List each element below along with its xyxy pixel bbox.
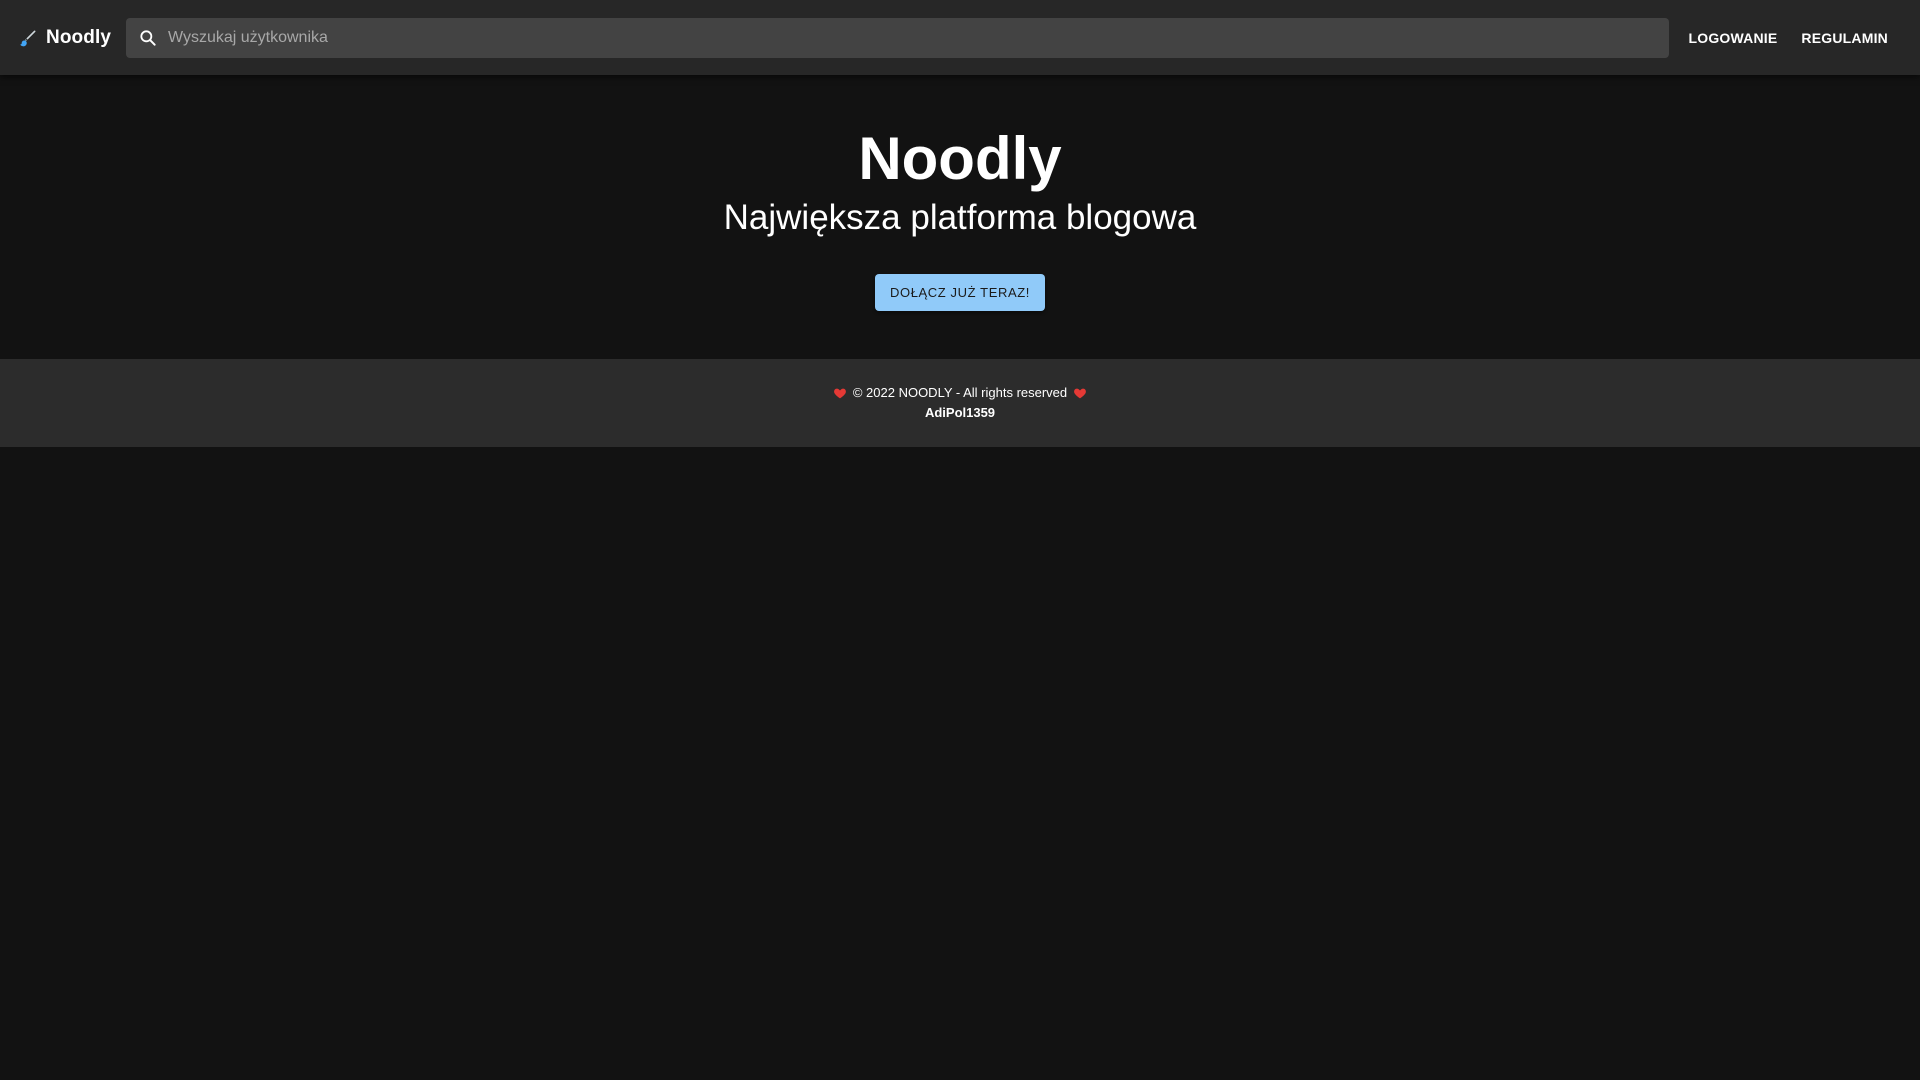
search-box[interactable]: [126, 17, 1669, 58]
brand-name: Noodly: [46, 26, 111, 48]
footer-author-link[interactable]: AdiPol1359: [0, 405, 1920, 420]
hero-section: Noodly Największa platforma blogowa DOŁĄ…: [0, 75, 1920, 360]
top-nav: LOGOWANIE REGULAMIN: [1677, 22, 1901, 54]
footer: © 2022 NOODLY - All rights reserved AdiP…: [0, 359, 1920, 447]
page-title: Noodly: [858, 125, 1062, 192]
search-icon: [140, 29, 156, 46]
terms-button[interactable]: REGULAMIN: [1789, 22, 1900, 54]
login-button[interactable]: LOGOWANIE: [1677, 22, 1790, 54]
search-input[interactable]: [166, 17, 1657, 58]
heart-icon: [833, 388, 846, 398]
heart-icon: [1074, 388, 1087, 398]
footer-copyright-line: © 2022 NOODLY - All rights reserved: [0, 385, 1920, 400]
footer-copyright: © 2022 NOODLY - All rights reserved: [852, 385, 1068, 400]
page-subtitle: Największa platforma blogowa: [723, 198, 1197, 237]
brand-link[interactable]: Noodly: [18, 27, 111, 49]
brush-icon: [20, 30, 36, 46]
join-now-button[interactable]: DOŁĄCZ JUŻ TERAZ!: [875, 274, 1045, 311]
app-bar: Noodly LOGOWANIE REGULAMIN: [0, 0, 1920, 75]
